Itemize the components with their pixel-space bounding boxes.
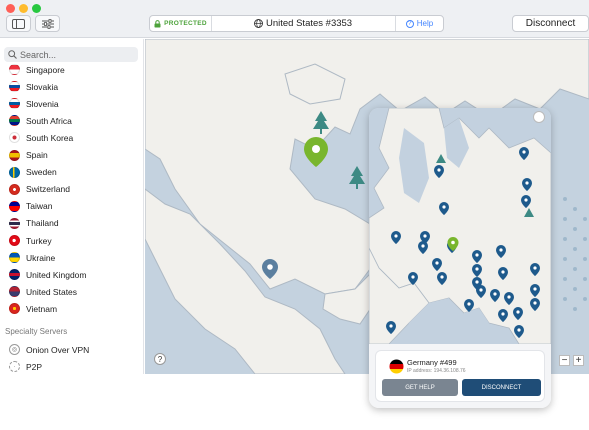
country-item-thailand[interactable]: Thailand xyxy=(9,215,139,232)
country-label: Sweden xyxy=(26,167,57,178)
title-bar: PROTECTED United States #3353 ? Help Dis… xyxy=(0,0,589,38)
country-label: Singapore xyxy=(26,64,65,75)
current-server-label: United States #3353 xyxy=(266,18,353,29)
za-flag-icon xyxy=(9,115,20,127)
specialty-item-label: P2P xyxy=(26,361,43,372)
connected-location-pin-icon[interactable] xyxy=(304,137,328,167)
country-item-slovakia[interactable]: Slovakia xyxy=(9,78,139,95)
country-item-ukraine[interactable]: Ukraine xyxy=(9,249,139,266)
connection-status-bar: PROTECTED United States #3353 ? Help xyxy=(149,15,444,32)
connection-card: Germany #499 IP address: 194.36.108.76 G… xyxy=(369,108,551,408)
search-placeholder: Search... xyxy=(20,49,57,60)
country-label: South Africa xyxy=(26,115,72,126)
ch-flag-icon xyxy=(9,183,20,195)
sg-flag-icon xyxy=(9,64,20,75)
map-help-button[interactable]: ? xyxy=(154,353,166,365)
europe-map-canvas xyxy=(369,108,551,345)
connection-panel: Germany #499 IP address: 194.36.108.76 G… xyxy=(375,350,545,402)
close-window-button[interactable] xyxy=(6,4,15,13)
search-icon xyxy=(8,50,17,59)
specialty-servers-header: Specialty Servers xyxy=(5,327,68,336)
compass-icon[interactable] xyxy=(533,111,545,123)
specialty-item-onion[interactable]: ◎ Onion Over VPN xyxy=(9,341,89,358)
specialty-item-p2p[interactable]: · P2P xyxy=(9,358,42,374)
country-label: Switzerland xyxy=(26,184,70,195)
minimize-window-button[interactable] xyxy=(19,4,28,13)
zoom-window-button[interactable] xyxy=(32,4,41,13)
sliders-icon xyxy=(41,18,54,29)
settings-filter-button[interactable] xyxy=(35,15,60,32)
ua-flag-icon xyxy=(9,252,20,264)
tree-icon xyxy=(349,166,365,189)
country-label: Slovenia xyxy=(26,98,59,109)
country-label: Vietnam xyxy=(26,303,58,314)
country-item-turkey[interactable]: Turkey xyxy=(9,232,139,249)
vn-flag-icon xyxy=(9,303,20,315)
card-map xyxy=(369,108,551,345)
country-item-slovenia[interactable]: Slovenia xyxy=(9,95,139,112)
country-label: South Korea xyxy=(26,132,74,143)
country-item-sweden[interactable]: Sweden xyxy=(9,164,139,181)
country-item-spain[interactable]: Spain xyxy=(9,147,139,164)
search-input[interactable]: Search... xyxy=(4,47,138,62)
app-window: PROTECTED United States #3353 ? Help Dis… xyxy=(0,0,589,430)
card-disconnect-button[interactable]: DISCONNECT xyxy=(462,379,541,396)
th-flag-icon xyxy=(9,217,20,229)
help-label: Help xyxy=(416,19,434,28)
country-item-singapore[interactable]: Singapore xyxy=(9,61,139,78)
us-flag-icon xyxy=(9,286,20,298)
current-server: United States #3353 xyxy=(254,18,352,29)
country-label: Ukraine xyxy=(26,252,56,263)
kr-flag-icon xyxy=(9,132,20,144)
country-label: United Kingdom xyxy=(26,269,87,280)
disconnect-button[interactable]: Disconnect xyxy=(512,15,589,32)
country-label: United States xyxy=(26,286,78,297)
country-item-taiwan[interactable]: Taiwan xyxy=(9,198,139,215)
sidebar-toggle-button[interactable] xyxy=(6,15,31,32)
sidebar-icon xyxy=(12,18,25,29)
country-label: Slovakia xyxy=(26,81,59,92)
ip-address: IP address: 194.36.108.76 xyxy=(407,368,466,374)
country-label: Taiwan xyxy=(26,201,53,212)
country-label: Thailand xyxy=(26,218,59,229)
country-label: Spain xyxy=(26,150,48,160)
tr-flag-icon xyxy=(9,235,20,246)
country-label: Turkey xyxy=(26,235,52,246)
country-item-south-africa[interactable]: South Africa xyxy=(9,112,139,129)
country-item-vietnam[interactable]: Vietnam xyxy=(9,300,139,317)
germany-flag-icon xyxy=(389,359,404,374)
es-flag-icon xyxy=(9,149,20,161)
zoom-in-button[interactable]: + xyxy=(573,355,584,366)
help-circle-icon: ? xyxy=(405,19,414,28)
help-button[interactable]: ? Help xyxy=(395,16,443,31)
p2p-icon: · xyxy=(9,361,20,372)
protected-status: PROTECTED xyxy=(150,16,212,31)
country-item-switzerland[interactable]: Switzerland xyxy=(9,181,139,198)
se-flag-icon xyxy=(9,166,20,178)
onion-icon: ◎ xyxy=(9,344,20,355)
country-item-united-kingdom[interactable]: United Kingdom xyxy=(9,266,139,283)
gb-flag-icon xyxy=(9,269,20,281)
lock-icon xyxy=(154,19,161,27)
protected-label: PROTECTED xyxy=(164,20,207,27)
specialty-item-label: Onion Over VPN xyxy=(26,344,90,355)
sk-flag-icon xyxy=(9,81,20,93)
zoom-out-button[interactable]: − xyxy=(559,355,570,366)
connected-server-name: Germany #499 xyxy=(407,358,457,367)
get-help-button[interactable]: GET HELP xyxy=(382,379,458,396)
si-flag-icon xyxy=(9,98,20,110)
country-item-south-korea[interactable]: South Korea xyxy=(9,129,139,146)
country-item-united-states[interactable]: United States xyxy=(9,283,139,300)
sidebar: Search... Singapore Slovakia Slovenia South… xyxy=(0,39,144,374)
tw-flag-icon xyxy=(9,200,20,212)
globe-icon xyxy=(254,19,263,28)
